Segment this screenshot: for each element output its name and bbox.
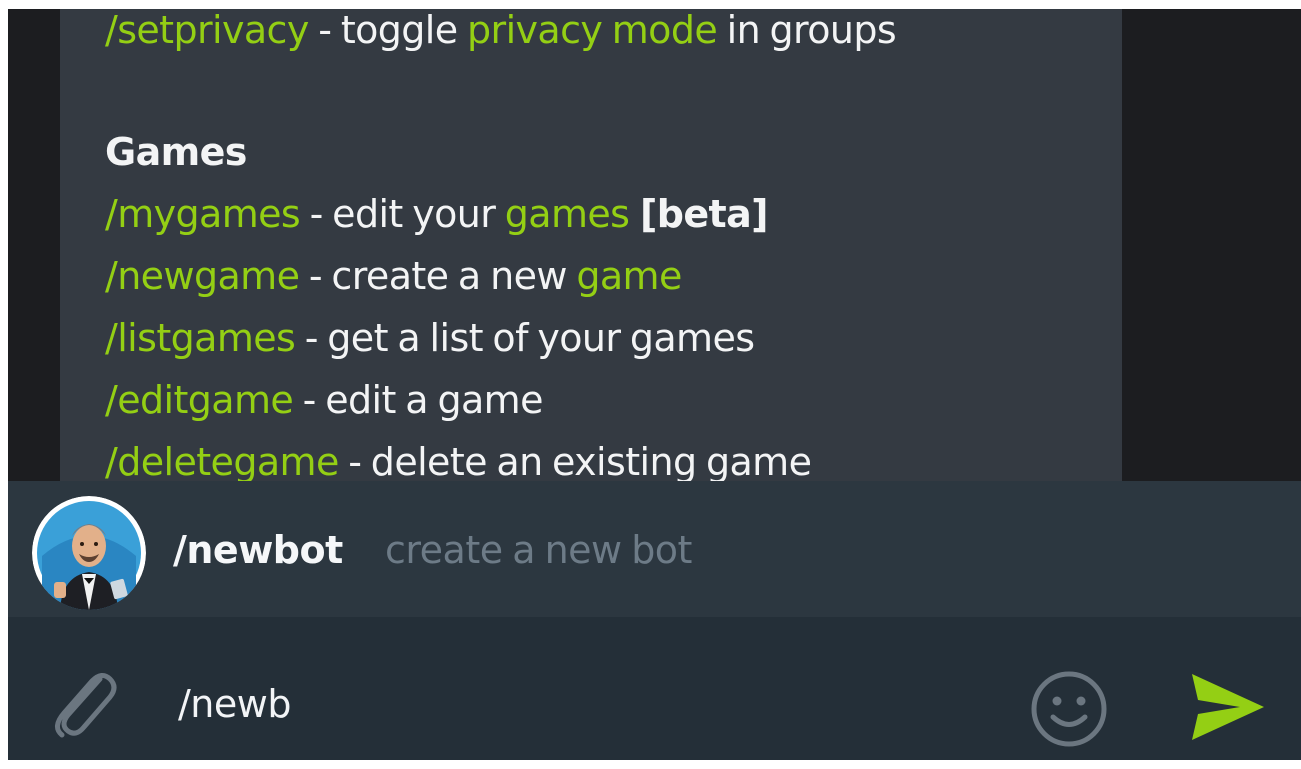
command-link-mygames[interactable]: /mygames [105,192,301,236]
beta-label: [beta] [629,192,769,236]
message-line-deletegame: /deletegame - delete an existing game [105,431,812,481]
command-description-tail: in groups [717,9,897,52]
paperclip-icon [55,673,117,738]
command-link-setprivacy[interactable]: /setprivacy [105,9,309,52]
highlight-link[interactable]: games [505,192,630,236]
suggestion-description: create a new bot [385,528,692,572]
chat-history[interactable]: /setprivacy - toggle privacy mode in gro… [8,9,1301,481]
attach-button[interactable] [48,665,120,741]
command-suggestion-row[interactable]: /newbot create a new bot [8,481,1301,617]
send-arrow-icon [1192,674,1264,740]
message-line-mygames: /mygames - edit your games [beta] [105,183,769,245]
command-link-listgames[interactable]: /listgames [105,316,296,360]
message-line-newgame: /newgame - create a new game [105,245,682,307]
command-link-editgame[interactable]: /editgame [105,378,294,422]
message-line-editgame: /editgame - edit a game [105,369,543,431]
telegram-window: /setprivacy - toggle privacy mode in gro… [8,9,1301,760]
section-heading-games: Games [105,130,247,174]
message-composer: /newb [8,617,1301,760]
command-description: - toggle [308,9,468,52]
send-button[interactable] [1188,670,1266,744]
botfather-avatar [32,496,146,610]
command-description: - get a list of your games [295,316,755,360]
message-line-listgames: /listgames - get a list of your games [105,307,755,369]
command-description: - edit your [300,192,505,236]
command-description: - edit a game [293,378,544,422]
smiley-icon [1031,671,1107,747]
suggestion-command[interactable]: /newbot [173,525,343,575]
command-link-newgame[interactable]: /newgame [105,254,300,298]
command-description: - create a new [299,254,577,298]
highlight-link[interactable]: privacy mode [467,9,718,52]
botfather-avatar-icon [32,496,146,610]
message-bubble: /setprivacy - toggle privacy mode in gro… [60,9,1122,481]
message-line-setprivacy: /setprivacy - toggle privacy mode in gro… [105,9,897,61]
command-description: - delete an existing game [338,440,812,481]
emoji-button[interactable] [1028,668,1110,750]
message-input[interactable]: /newb [178,679,291,729]
command-link-deletegame[interactable]: /deletegame [105,440,339,481]
highlight-link[interactable]: game [576,254,682,298]
